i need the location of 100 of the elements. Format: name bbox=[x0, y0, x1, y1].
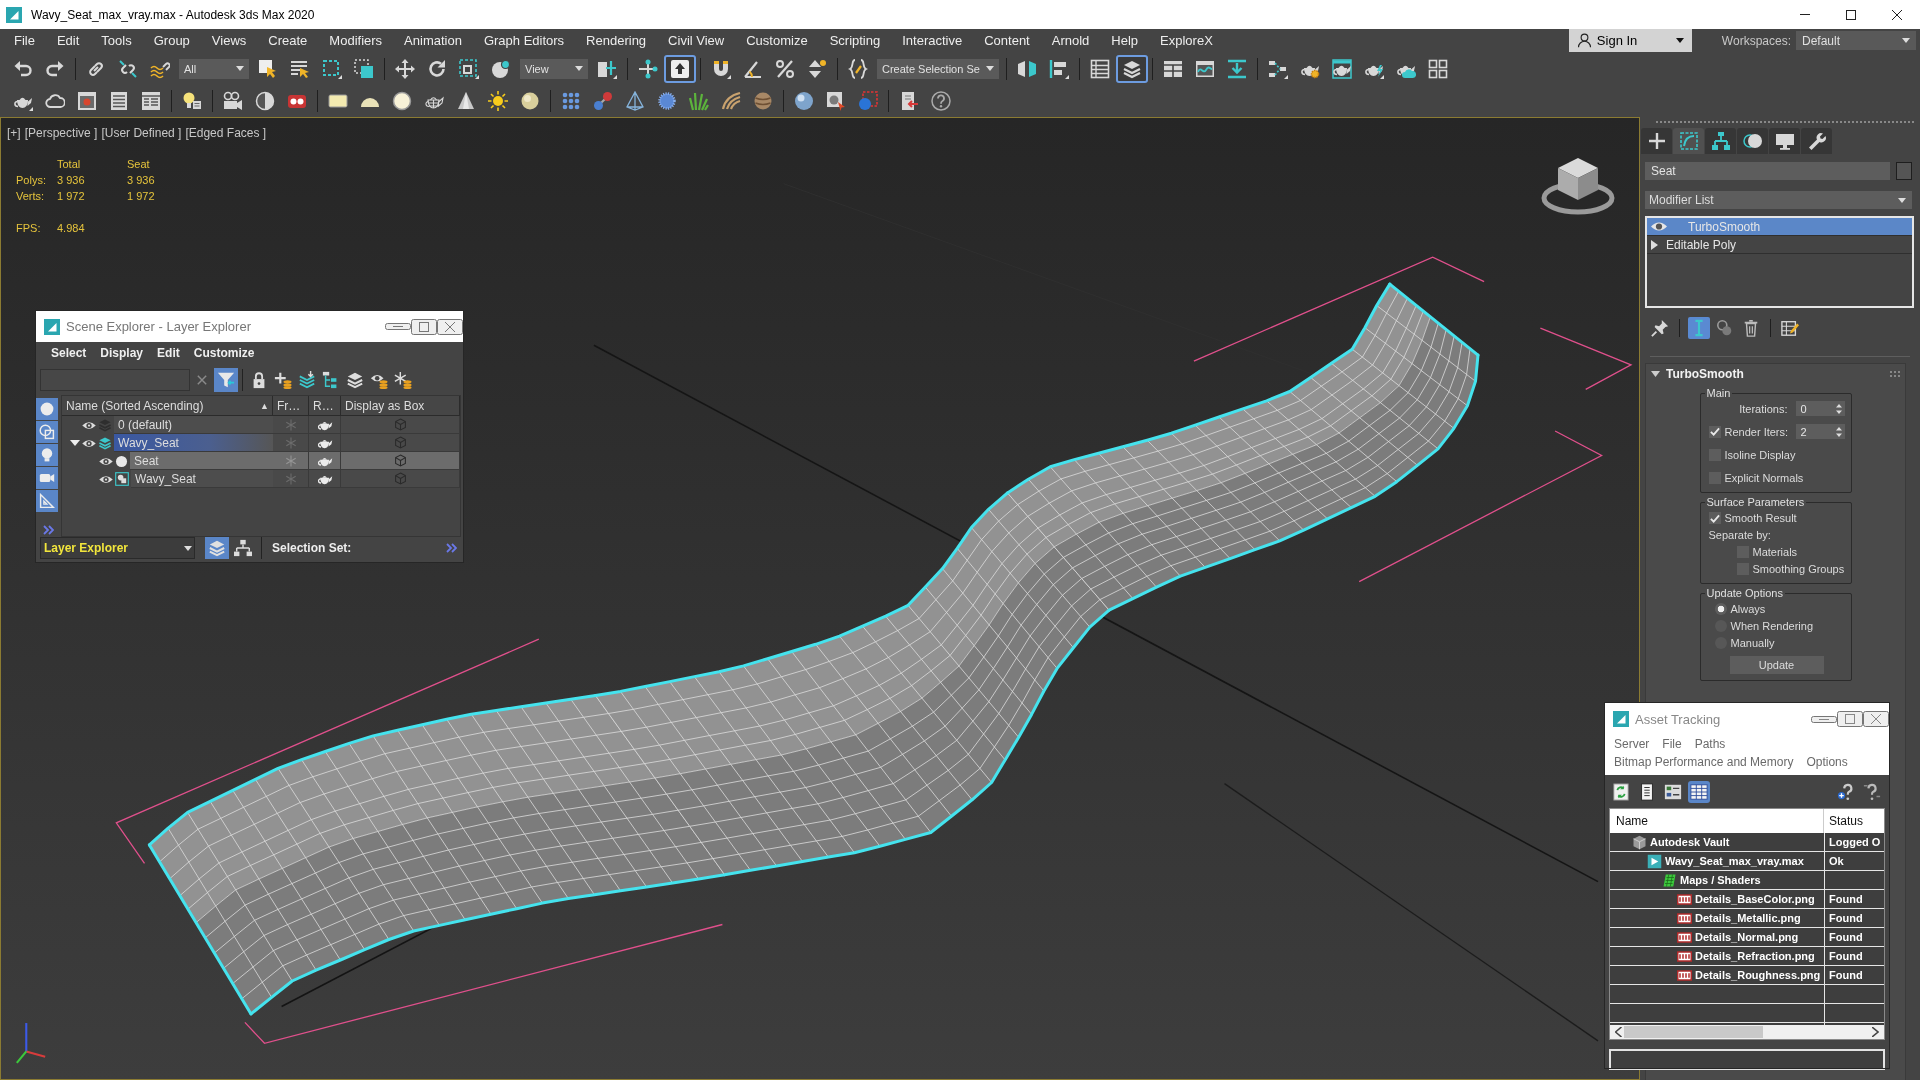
help-button[interactable] bbox=[1861, 781, 1883, 803]
menu-item[interactable]: Arnold bbox=[1040, 33, 1101, 48]
asset-name[interactable]: Details_BaseColor.png bbox=[1695, 893, 1815, 905]
panel-tab[interactable] bbox=[1641, 128, 1672, 154]
menu-item[interactable]: Graph Editors bbox=[472, 33, 576, 48]
radio-button[interactable] bbox=[1714, 603, 1727, 615]
column-header[interactable]: R… bbox=[309, 396, 341, 416]
panel-tab[interactable] bbox=[1801, 128, 1832, 154]
shapes-button[interactable] bbox=[36, 421, 58, 443]
expand-arrow-icon[interactable] bbox=[1651, 370, 1660, 378]
asset-name[interactable]: Autodesk Vault bbox=[1650, 836, 1730, 848]
path-field[interactable] bbox=[1609, 1049, 1885, 1070]
menu-item[interactable]: Create bbox=[257, 33, 319, 48]
menu-item[interactable]: Customize bbox=[735, 33, 819, 48]
column-header[interactable]: Display as Box bbox=[341, 396, 460, 416]
viewport-label[interactable]: [Perspective ] bbox=[24, 126, 98, 140]
asset-name[interactable]: Details_Metallic.png bbox=[1695, 912, 1801, 924]
menu-item[interactable]: Options bbox=[1801, 753, 1853, 771]
dropdown[interactable]: Create Selection Se bbox=[877, 58, 999, 79]
asset-name[interactable]: Details_Normal.png bbox=[1695, 931, 1799, 943]
set-square-button[interactable] bbox=[36, 490, 58, 512]
scrollbar-thumb[interactable] bbox=[1624, 1026, 1763, 1038]
viewport-label[interactable]: [User Defined ] bbox=[101, 126, 182, 140]
funnel-button[interactable] bbox=[214, 368, 238, 392]
menu-item[interactable]: Server bbox=[1609, 735, 1655, 753]
checkbox[interactable] bbox=[1708, 425, 1721, 438]
scroll-right-icon[interactable] bbox=[1872, 1027, 1879, 1037]
rollout-title[interactable]: TurboSmooth bbox=[1666, 367, 1884, 381]
eye-icon[interactable] bbox=[82, 438, 96, 448]
dropdown[interactable]: View bbox=[520, 58, 588, 79]
menu-item[interactable]: File bbox=[3, 33, 46, 48]
close-button[interactable] bbox=[437, 318, 463, 335]
cube-icon[interactable] bbox=[393, 454, 407, 467]
tree-item[interactable]: 0 (default) bbox=[114, 416, 273, 434]
expand-arrow-icon[interactable] bbox=[1651, 239, 1658, 250]
menu-item[interactable]: Edit bbox=[150, 345, 187, 360]
checkbox[interactable] bbox=[1708, 512, 1721, 524]
asset-name[interactable]: Details_Roughness.png bbox=[1695, 969, 1821, 981]
eye-icon[interactable] bbox=[1651, 221, 1667, 232]
column-header[interactable]: Fr… bbox=[273, 396, 309, 416]
minimize-button[interactable] bbox=[385, 323, 411, 330]
asset-name[interactable]: Details_Refraction.png bbox=[1695, 950, 1815, 962]
tree-item[interactable]: Seat bbox=[130, 452, 273, 470]
sign-in-dropdown[interactable]: Sign In bbox=[1568, 29, 1692, 52]
menu-item[interactable]: Help bbox=[1100, 33, 1150, 48]
number-spinner[interactable]: 2 bbox=[1795, 424, 1845, 439]
sort-indicator[interactable]: ▲ bbox=[260, 400, 269, 411]
menu-item[interactable]: Interactive bbox=[891, 33, 974, 48]
eye-icon[interactable] bbox=[99, 474, 113, 484]
menu-item[interactable]: Animation bbox=[393, 33, 473, 48]
scroll-left-icon[interactable] bbox=[1615, 1027, 1622, 1037]
menu-item[interactable]: Select bbox=[44, 345, 94, 360]
menu-item[interactable]: Rendering bbox=[575, 33, 658, 48]
video-camera-button[interactable] bbox=[36, 467, 58, 489]
double-chevron-icon[interactable] bbox=[43, 525, 54, 535]
double-chevron-icon[interactable] bbox=[446, 543, 457, 553]
menu-item[interactable]: Modifiers bbox=[318, 33, 394, 48]
color-swatch-icon[interactable] bbox=[1896, 162, 1912, 180]
column-header[interactable]: Name (Sorted Ascending) bbox=[66, 398, 204, 413]
refresh-button[interactable] bbox=[1610, 781, 1632, 803]
menu-item[interactable]: Paths bbox=[1689, 735, 1731, 753]
menu-item[interactable]: Customize bbox=[186, 345, 262, 360]
minimize-button[interactable] bbox=[1811, 715, 1837, 723]
tree-item[interactable]: Wavy_Seat bbox=[131, 470, 273, 488]
dropdown[interactable]: All bbox=[179, 58, 249, 79]
viewport-label[interactable]: [Edged Faces ] bbox=[185, 126, 267, 140]
viewport-label[interactable]: [+] bbox=[7, 126, 21, 140]
asset-name[interactable]: Wavy_Seat_max_vray.max bbox=[1665, 855, 1804, 867]
close-button[interactable] bbox=[1863, 711, 1889, 727]
menu-item[interactable]: Content bbox=[973, 33, 1041, 48]
modifier-list-dropdown[interactable]: Modifier List bbox=[1645, 191, 1912, 209]
up-arrow-box-button[interactable] bbox=[664, 54, 696, 83]
eye-icon[interactable] bbox=[99, 456, 113, 466]
menu-item[interactable]: Display bbox=[93, 345, 151, 360]
grid-table-button[interactable] bbox=[1688, 781, 1710, 803]
menu-item[interactable]: File bbox=[1657, 735, 1687, 753]
layers-button[interactable] bbox=[1115, 54, 1148, 83]
panel-tab[interactable] bbox=[1673, 128, 1704, 154]
asset-name[interactable]: Maps / Shaders bbox=[1680, 874, 1761, 886]
action-button[interactable]: Update bbox=[1729, 656, 1824, 674]
tree-item[interactable]: Wavy_Seat bbox=[114, 434, 273, 452]
hierarchy-button[interactable] bbox=[231, 537, 255, 559]
menu-item[interactable]: Bitmap Performance and Memory bbox=[1609, 753, 1799, 771]
object-name-field[interactable]: Seat bbox=[1645, 162, 1890, 180]
explorer-dropdown[interactable]: Layer Explorer bbox=[40, 537, 195, 559]
menu-item[interactable]: Group bbox=[142, 33, 201, 48]
panel-tab[interactable] bbox=[1705, 128, 1736, 154]
number-spinner[interactable]: 0 bbox=[1795, 401, 1845, 416]
eye-icon[interactable] bbox=[82, 420, 96, 430]
menu-item[interactable]: Civil View bbox=[657, 33, 736, 48]
panel-tab[interactable] bbox=[1769, 128, 1800, 154]
circle-button[interactable] bbox=[36, 398, 58, 420]
expand-arrow-icon[interactable] bbox=[70, 439, 80, 447]
menu-item[interactable]: Edit bbox=[45, 33, 91, 48]
modifier-stack-item[interactable]: Editable Poly bbox=[1647, 236, 1912, 254]
panel-tab[interactable] bbox=[1737, 128, 1768, 154]
menu-item[interactable]: Scripting bbox=[818, 33, 892, 48]
column-header[interactable]: Status bbox=[1824, 809, 1884, 833]
menu-item[interactable]: Views bbox=[200, 33, 258, 48]
horizontal-scrollbar[interactable] bbox=[1610, 1025, 1884, 1039]
